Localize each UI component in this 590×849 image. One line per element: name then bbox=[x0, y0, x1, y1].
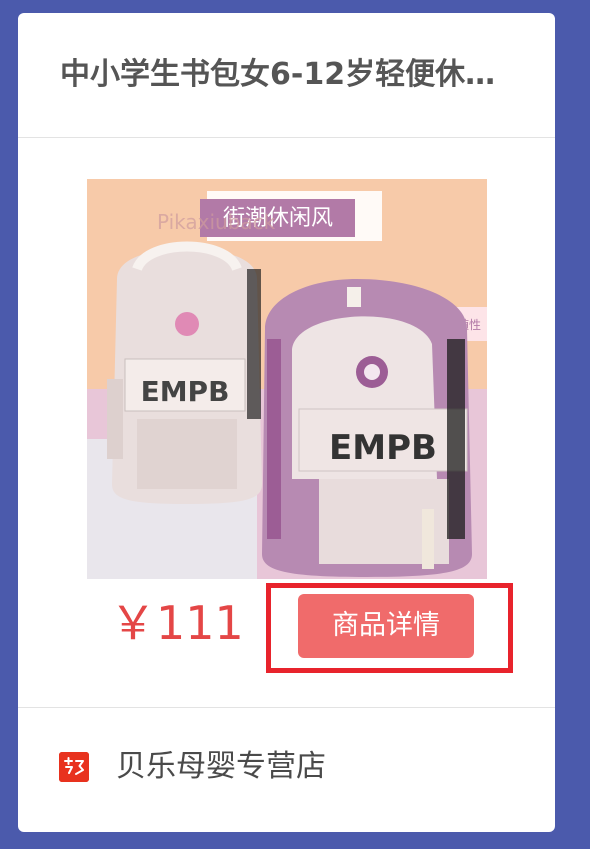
shop-logo-icon bbox=[59, 752, 89, 782]
left-backpack: EMPB bbox=[107, 241, 262, 504]
product-price: ￥111 bbox=[110, 596, 244, 650]
product-image[interactable]: 街潮休闲风 Pikaxiuback 随性 EMPB EMPB bbox=[87, 179, 487, 579]
right-backpack: EMPB bbox=[262, 279, 472, 577]
left-backpack-print: EMPB bbox=[141, 375, 230, 408]
right-backpack-print: EMPB bbox=[329, 428, 437, 468]
product-detail-button[interactable]: 商品详情 bbox=[298, 594, 474, 658]
backpack-illustration: 街潮休闲风 Pikaxiuback 随性 EMPB EMPB bbox=[87, 179, 487, 579]
product-card[interactable]: 中小学生书包女6-12岁轻便休闲大容量双肩包 街潮休闲风 Pikaxiuback… bbox=[18, 13, 555, 832]
shop-name[interactable]: 贝乐母婴专营店 bbox=[116, 745, 326, 789]
product-title[interactable]: 中小学生书包女6-12岁轻便休闲大容量双肩包 bbox=[60, 55, 520, 95]
card-footer: 贝乐母婴专营店 bbox=[18, 707, 555, 832]
card-header: 中小学生书包女6-12岁轻便休闲大容量双肩包 bbox=[18, 13, 555, 138]
image-brand-text: Pikaxiuback bbox=[157, 210, 276, 234]
